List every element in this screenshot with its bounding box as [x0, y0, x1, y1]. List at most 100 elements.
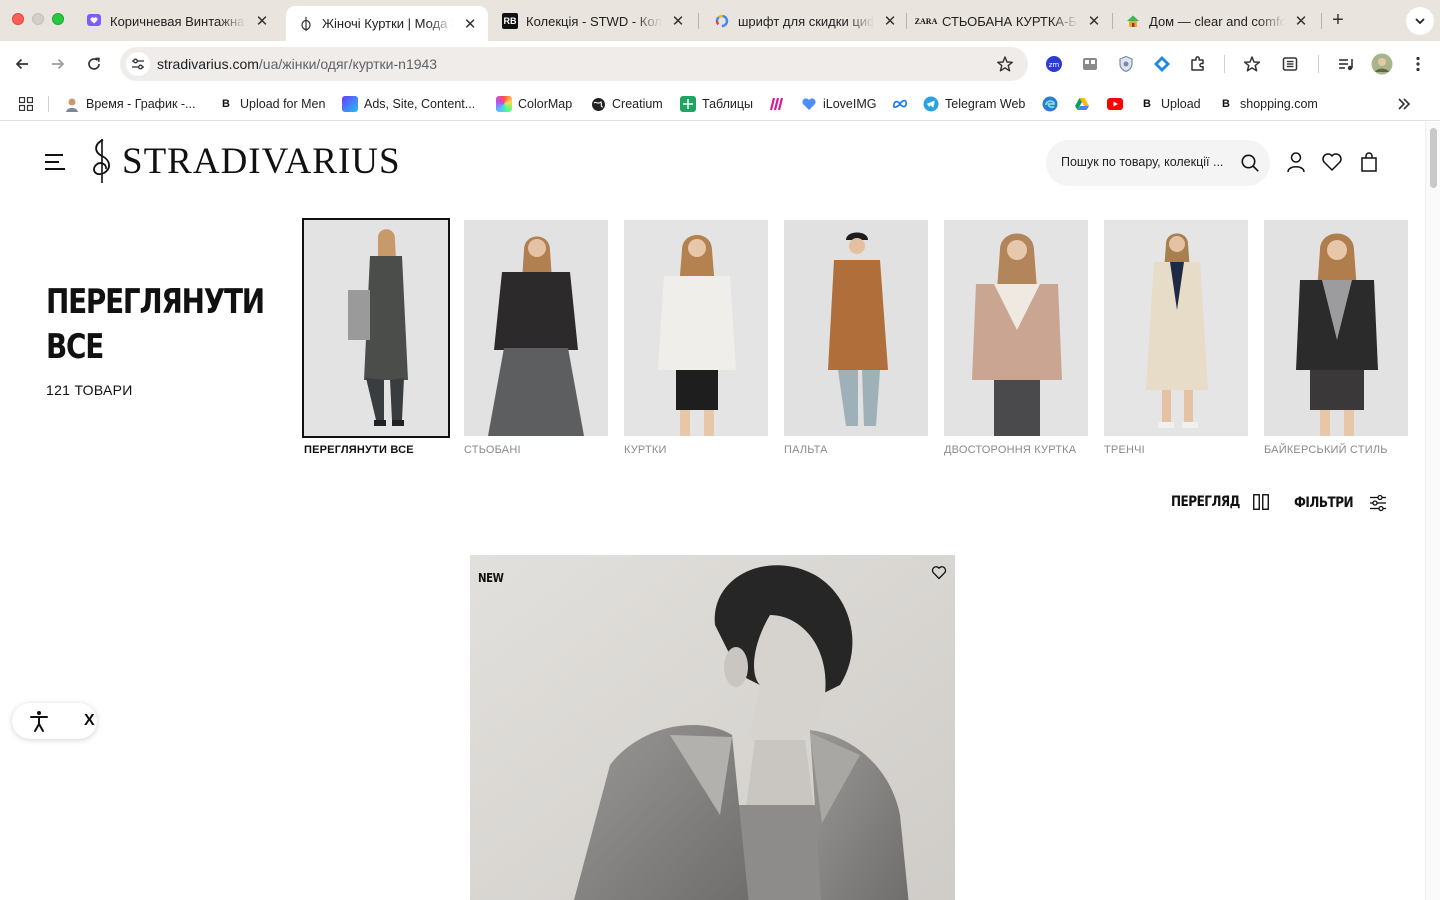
bookmark-item[interactable]: ColorMap — [496, 95, 572, 113]
model-in-trench-coat-image — [1104, 220, 1248, 436]
bookmark-item[interactable]: B Upload — [1139, 95, 1201, 113]
window-zoom-button[interactable] — [52, 13, 64, 25]
category-trench[interactable]: ТРЕНЧІ — [1104, 220, 1248, 456]
category-label: СТЬОБАНІ — [464, 444, 521, 456]
reading-list-icon[interactable] — [1279, 53, 1301, 75]
category-image[interactable] — [624, 220, 768, 436]
scrollbar-thumb[interactable] — [1430, 128, 1437, 188]
category-image[interactable] — [1104, 220, 1248, 436]
url-text[interactable]: stradivarius.com/ua/жінки/одяг/куртки-n1… — [157, 56, 437, 72]
meta-icon[interactable] — [892, 96, 908, 112]
category-view-all[interactable]: ПЕРЕГЛЯНУТИ ВСЕ — [302, 218, 450, 456]
close-icon[interactable]: ✕ — [1293, 12, 1309, 30]
extensions-puzzle-icon[interactable] — [1187, 53, 1209, 75]
youtube-icon[interactable] — [1107, 96, 1123, 112]
bookmark-star-icon[interactable] — [996, 55, 1014, 78]
accessibility-icon[interactable] — [27, 709, 51, 733]
filters-button[interactable]: ФІЛЬТРИ — [1294, 494, 1387, 512]
browser-tab[interactable]: Коричневая Винтажная ✕ — [74, 6, 280, 36]
back-button[interactable] — [10, 52, 34, 76]
search-icon[interactable] — [1240, 153, 1260, 173]
brand-logo[interactable]: STRADIVARIUS — [88, 138, 401, 184]
address-bar[interactable]: stradivarius.com/ua/жінки/одяг/куртки-n1… — [120, 47, 1028, 81]
close-icon[interactable]: ✕ — [882, 12, 898, 30]
arrow-left-icon — [15, 58, 28, 70]
bookmark-item[interactable]: Таблицы — [680, 95, 753, 113]
browser-tab-active[interactable]: Жіночі Куртки | Мода З ✕ — [286, 6, 488, 41]
category-image[interactable] — [464, 220, 608, 436]
search-input[interactable]: Пошук по товару, колекції ... — [1061, 155, 1231, 169]
page-scrollbar[interactable] — [1425, 122, 1440, 900]
product-image[interactable] — [470, 555, 955, 900]
category-image[interactable] — [1264, 220, 1408, 436]
browser-tab[interactable]: шрифт для скидки циф ✕ — [702, 6, 908, 36]
close-icon[interactable]: ✕ — [462, 15, 478, 33]
google-drive-icon[interactable] — [1074, 96, 1090, 112]
browser-tab-strip: Коричневая Винтажная ✕ Жіночі Куртки | М… — [0, 0, 1440, 41]
browser-menu-button[interactable] — [1407, 53, 1429, 75]
wishlist-button[interactable] — [1320, 150, 1344, 174]
apps-grid-icon[interactable] — [18, 96, 34, 112]
product-card[interactable]: NEW — [470, 555, 955, 900]
menu-hamburger-icon[interactable] — [45, 152, 67, 172]
bookmark-item[interactable]: Время - График -... — [64, 95, 195, 113]
category-label: ПЕРЕГЛЯНУТИ ВСЕ — [304, 444, 414, 456]
media-control-icon[interactable] — [1335, 53, 1357, 75]
telegram-icon — [923, 96, 939, 112]
view-toggle-button[interactable]: ПЕРЕГЛЯД — [1171, 494, 1270, 510]
reload-button[interactable] — [82, 52, 106, 76]
window-close-button[interactable] — [12, 13, 24, 25]
site-settings-button[interactable] — [126, 52, 150, 76]
accessibility-widget-close-button[interactable]: X — [84, 713, 95, 729]
category-reversible-jacket[interactable]: ДВОСТОРОННЯ КУРТКА — [944, 220, 1088, 456]
category-label: ПАЛЬТА — [784, 444, 828, 456]
heart-icon — [931, 565, 947, 579]
bookmark-item[interactable]: iLoveIMG — [801, 95, 877, 113]
bookmark-item[interactable]: B shopping.com — [1218, 95, 1318, 113]
view-all-heading[interactable]: ПЕРЕГЛЯНУТИ ВСЕ — [46, 280, 265, 370]
model-in-grey-coat-image — [304, 220, 448, 436]
accessibility-widget[interactable]: X — [12, 703, 97, 739]
model-in-shearling-jacket-image — [944, 220, 1088, 436]
filters-label: ФІЛЬТРИ — [1294, 495, 1354, 511]
miro-icon[interactable] — [769, 96, 785, 112]
zoom-extension-icon[interactable]: zm — [1043, 53, 1065, 75]
bookmark-item[interactable]: B Upload for Men — [218, 95, 325, 113]
account-button[interactable] — [1284, 150, 1308, 174]
category-jackets[interactable]: КУРТКИ — [624, 220, 768, 456]
bookmarks-star-icon[interactable] — [1241, 53, 1263, 75]
search-box[interactable]: Пошук по товару, колекції ... — [1046, 140, 1270, 186]
forward-button[interactable] — [46, 52, 70, 76]
bookmark-item[interactable]: Ads, Site, Content... — [342, 95, 475, 113]
new-tab-button[interactable]: + — [1328, 9, 1348, 31]
heart-icon — [801, 96, 817, 112]
grid-columns-icon — [1253, 494, 1270, 510]
tab-separator — [698, 13, 699, 29]
category-image[interactable] — [784, 220, 928, 436]
diamond-extension-icon[interactable] — [1151, 53, 1173, 75]
window-minimize-button[interactable] — [32, 13, 44, 25]
add-to-wishlist-button[interactable] — [930, 563, 948, 581]
shield-extension-icon[interactable] — [1115, 53, 1137, 75]
more-bookmarks-chevron-icon[interactable] — [1396, 96, 1412, 112]
category-image[interactable] — [302, 218, 450, 438]
bookmark-label: Upload — [1161, 97, 1201, 111]
category-quilted[interactable]: СТЬОБАНІ — [464, 220, 608, 456]
browser-tab[interactable]: RB Колекція - STWD - Кол ✕ — [490, 6, 696, 36]
category-coats[interactable]: ПАЛЬТА — [784, 220, 928, 456]
browser-tab[interactable]: Дом — clear and comfo ✕ — [1113, 6, 1319, 36]
category-biker-style[interactable]: БАЙКЕРСЬКИЙ СТИЛЬ — [1264, 220, 1408, 456]
close-icon[interactable]: ✕ — [670, 12, 686, 30]
browser-tab[interactable]: ZARA СТЬОБАНА КУРТКА-БС ✕ — [906, 6, 1112, 36]
bookmark-item[interactable]: Creatium — [590, 95, 663, 113]
bookmark-item[interactable]: Telegram Web — [923, 95, 1025, 113]
category-image[interactable] — [944, 220, 1088, 436]
bookmark-label: shopping.com — [1240, 97, 1318, 111]
cart-button[interactable] — [1357, 150, 1381, 174]
profile-avatar[interactable] — [1371, 53, 1393, 75]
tabs-extension-icon[interactable] — [1079, 53, 1101, 75]
close-icon[interactable]: ✕ — [254, 12, 270, 30]
close-icon[interactable]: ✕ — [1086, 12, 1102, 30]
tab-search-button[interactable] — [1406, 7, 1434, 35]
edge-icon[interactable] — [1042, 96, 1058, 112]
